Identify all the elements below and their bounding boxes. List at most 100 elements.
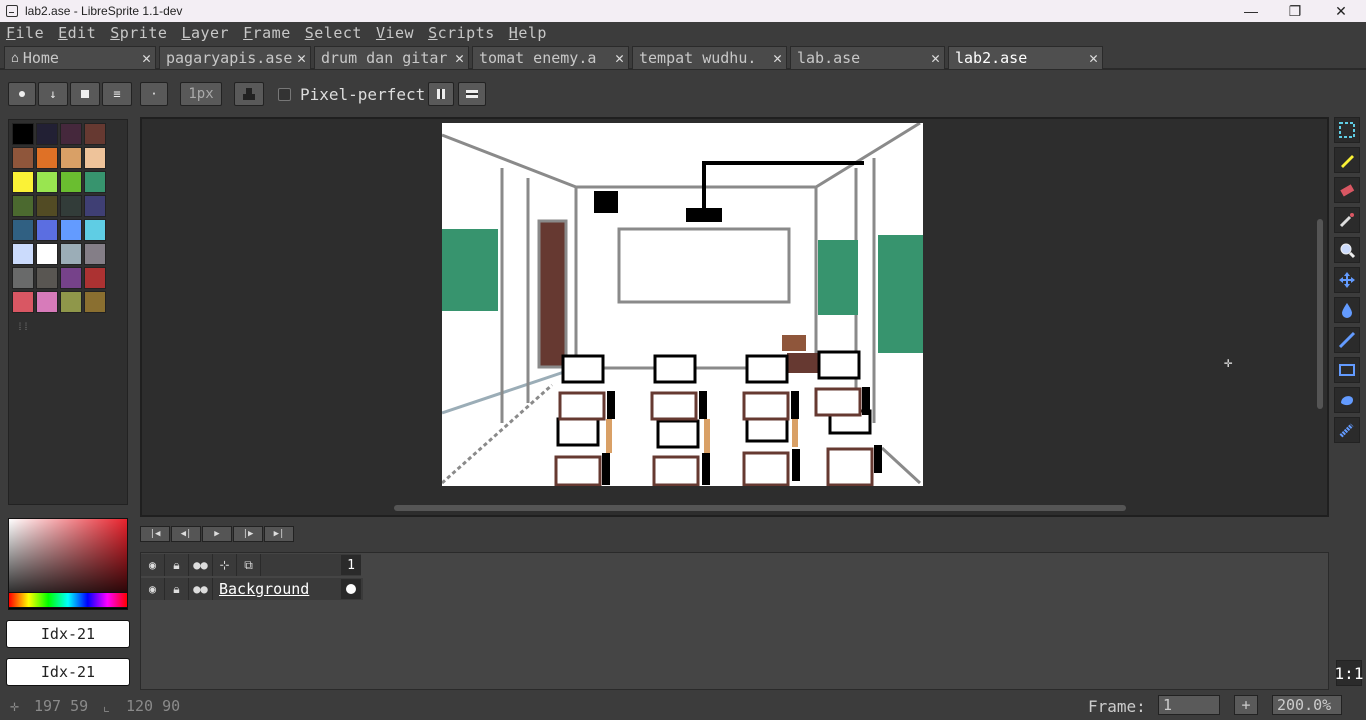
palette-swatch[interactable]: [84, 147, 106, 169]
tab-close-icon[interactable]: ✕: [142, 49, 151, 67]
palette-swatch[interactable]: [60, 291, 82, 313]
last-frame-icon[interactable]: ▶|: [264, 526, 294, 542]
tab-tempat-wudhu[interactable]: tempat wudhu. ✕: [632, 46, 787, 69]
brush-lines-icon[interactable]: ≡: [102, 82, 132, 106]
brush-type-icon[interactable]: [8, 82, 36, 106]
palette-swatch[interactable]: [60, 195, 82, 217]
one-to-one-button[interactable]: 1:1: [1335, 660, 1363, 686]
layer-name[interactable]: Background: [219, 580, 341, 598]
tab-tomat-enemy[interactable]: tomat enemy.a ✕: [472, 46, 629, 69]
move-tool-icon[interactable]: [1334, 267, 1360, 293]
tab-drum-dan-gitar[interactable]: drum dan gitar ✕: [314, 46, 469, 69]
tab-close-icon[interactable]: ✕: [615, 49, 624, 67]
lock-header-icon[interactable]: 🔒︎: [165, 554, 189, 576]
palette-swatch[interactable]: [84, 267, 106, 289]
vertical-scrollbar[interactable]: [1317, 219, 1323, 409]
frame-header[interactable]: 1: [341, 555, 361, 575]
sprite-image[interactable]: [441, 121, 923, 487]
palette-swatch[interactable]: [12, 123, 34, 145]
layer-row-background[interactable]: ◉ 🔒︎ ●● Background: [141, 578, 363, 600]
zoom-tool-icon[interactable]: [1334, 237, 1360, 263]
palette-swatch[interactable]: [84, 123, 106, 145]
maximize-button[interactable]: ❐: [1272, 0, 1318, 22]
palette-resize-icon[interactable]: ⁞⁞: [17, 322, 29, 334]
palette-swatch[interactable]: [60, 171, 82, 193]
tab-close-icon[interactable]: ✕: [1089, 49, 1098, 67]
menu-help[interactable]: Help: [509, 24, 547, 42]
eye-icon[interactable]: ◉: [141, 578, 165, 600]
brush-square-icon[interactable]: [70, 82, 100, 106]
first-frame-icon[interactable]: |◀: [140, 526, 170, 542]
palette-swatch[interactable]: [36, 171, 58, 193]
menu-frame[interactable]: Frame: [243, 24, 291, 42]
pixel-perfect-checkbox[interactable]: [278, 88, 291, 101]
palette-swatch[interactable]: [60, 267, 82, 289]
palette-swatch[interactable]: [12, 219, 34, 241]
menu-sprite[interactable]: Sprite: [110, 24, 167, 42]
foreground-color-field[interactable]: Idx-21: [6, 620, 130, 648]
palette-swatch[interactable]: [84, 243, 106, 265]
palette-swatch[interactable]: [12, 171, 34, 193]
tab-close-icon[interactable]: ✕: [931, 49, 940, 67]
blur-tool-icon[interactable]: [1334, 417, 1360, 443]
menu-scripts[interactable]: Scripts: [428, 24, 495, 42]
hue-slider[interactable]: [8, 592, 128, 608]
palette-swatch[interactable]: [60, 219, 82, 241]
contour-tool-icon[interactable]: [1334, 387, 1360, 413]
rectangle-tool-icon[interactable]: [1334, 357, 1360, 383]
tab-pagaryapis[interactable]: pagaryapis.ase ✕: [159, 46, 311, 69]
brush-size-field[interactable]: 1px: [180, 82, 222, 106]
visibility-header-icon[interactable]: ◉: [141, 554, 165, 576]
background-color-field[interactable]: Idx-21: [6, 658, 130, 686]
palette-swatch[interactable]: [36, 219, 58, 241]
palette-swatch[interactable]: [60, 243, 82, 265]
palette-swatch[interactable]: [36, 291, 58, 313]
menu-file[interactable]: File: [6, 24, 44, 42]
add-frame-button[interactable]: +: [1234, 695, 1258, 715]
palette-swatch[interactable]: [12, 243, 34, 265]
palette-swatch[interactable]: [36, 243, 58, 265]
eraser-tool-icon[interactable]: [1334, 177, 1360, 203]
menu-edit[interactable]: Edit: [58, 24, 96, 42]
tab-lab[interactable]: lab.ase ✕: [790, 46, 945, 69]
palette-swatch[interactable]: [36, 267, 58, 289]
onion-skin-icon[interactable]: ⊹: [213, 554, 237, 576]
palette-swatch[interactable]: [84, 219, 106, 241]
palette-swatch[interactable]: [84, 291, 106, 313]
lock-icon[interactable]: 🔒︎: [165, 578, 189, 600]
palette-swatch[interactable]: [36, 123, 58, 145]
ink-type-icon[interactable]: [234, 82, 264, 106]
palette-swatch[interactable]: [84, 195, 106, 217]
editor-canvas[interactable]: ✛: [140, 117, 1329, 517]
tab-close-icon[interactable]: ✕: [455, 49, 464, 67]
tab-lab2[interactable]: lab2.ase ✕: [948, 46, 1103, 69]
frame-input[interactable]: 1: [1158, 695, 1220, 715]
palette-swatch[interactable]: [36, 195, 58, 217]
palette-swatch[interactable]: [12, 291, 34, 313]
continuous-icon[interactable]: ●●: [189, 578, 213, 600]
palette-swatch[interactable]: [12, 195, 34, 217]
cel-icon[interactable]: [341, 579, 361, 599]
continuous-header-icon[interactable]: ●●: [189, 554, 213, 576]
brush-down-icon[interactable]: ↓: [38, 82, 68, 106]
palette-swatch[interactable]: [12, 147, 34, 169]
brush-dot-icon[interactable]: ·: [140, 82, 168, 106]
palette-swatch[interactable]: [60, 123, 82, 145]
zoom-field[interactable]: 200.0%: [1272, 695, 1342, 715]
symmetry-vertical-icon[interactable]: [428, 82, 454, 106]
eyedropper-tool-icon[interactable]: [1334, 207, 1360, 233]
line-tool-icon[interactable]: [1334, 327, 1360, 353]
tab-close-icon[interactable]: ✕: [297, 49, 306, 67]
menu-select[interactable]: Select: [305, 24, 362, 42]
next-frame-icon[interactable]: |▶: [233, 526, 263, 542]
tab-home[interactable]: ⌂ Home ✕: [4, 46, 156, 69]
previous-frame-icon[interactable]: ◀|: [171, 526, 201, 542]
palette-swatch[interactable]: [60, 147, 82, 169]
minimize-button[interactable]: —: [1228, 0, 1274, 22]
horizontal-scrollbar[interactable]: [394, 505, 1126, 511]
tab-close-icon[interactable]: ✕: [773, 49, 782, 67]
marquee-tool-icon[interactable]: [1334, 117, 1360, 143]
menu-view[interactable]: View: [376, 24, 414, 42]
palette-swatch[interactable]: [12, 267, 34, 289]
close-window-button[interactable]: ✕: [1318, 0, 1364, 22]
